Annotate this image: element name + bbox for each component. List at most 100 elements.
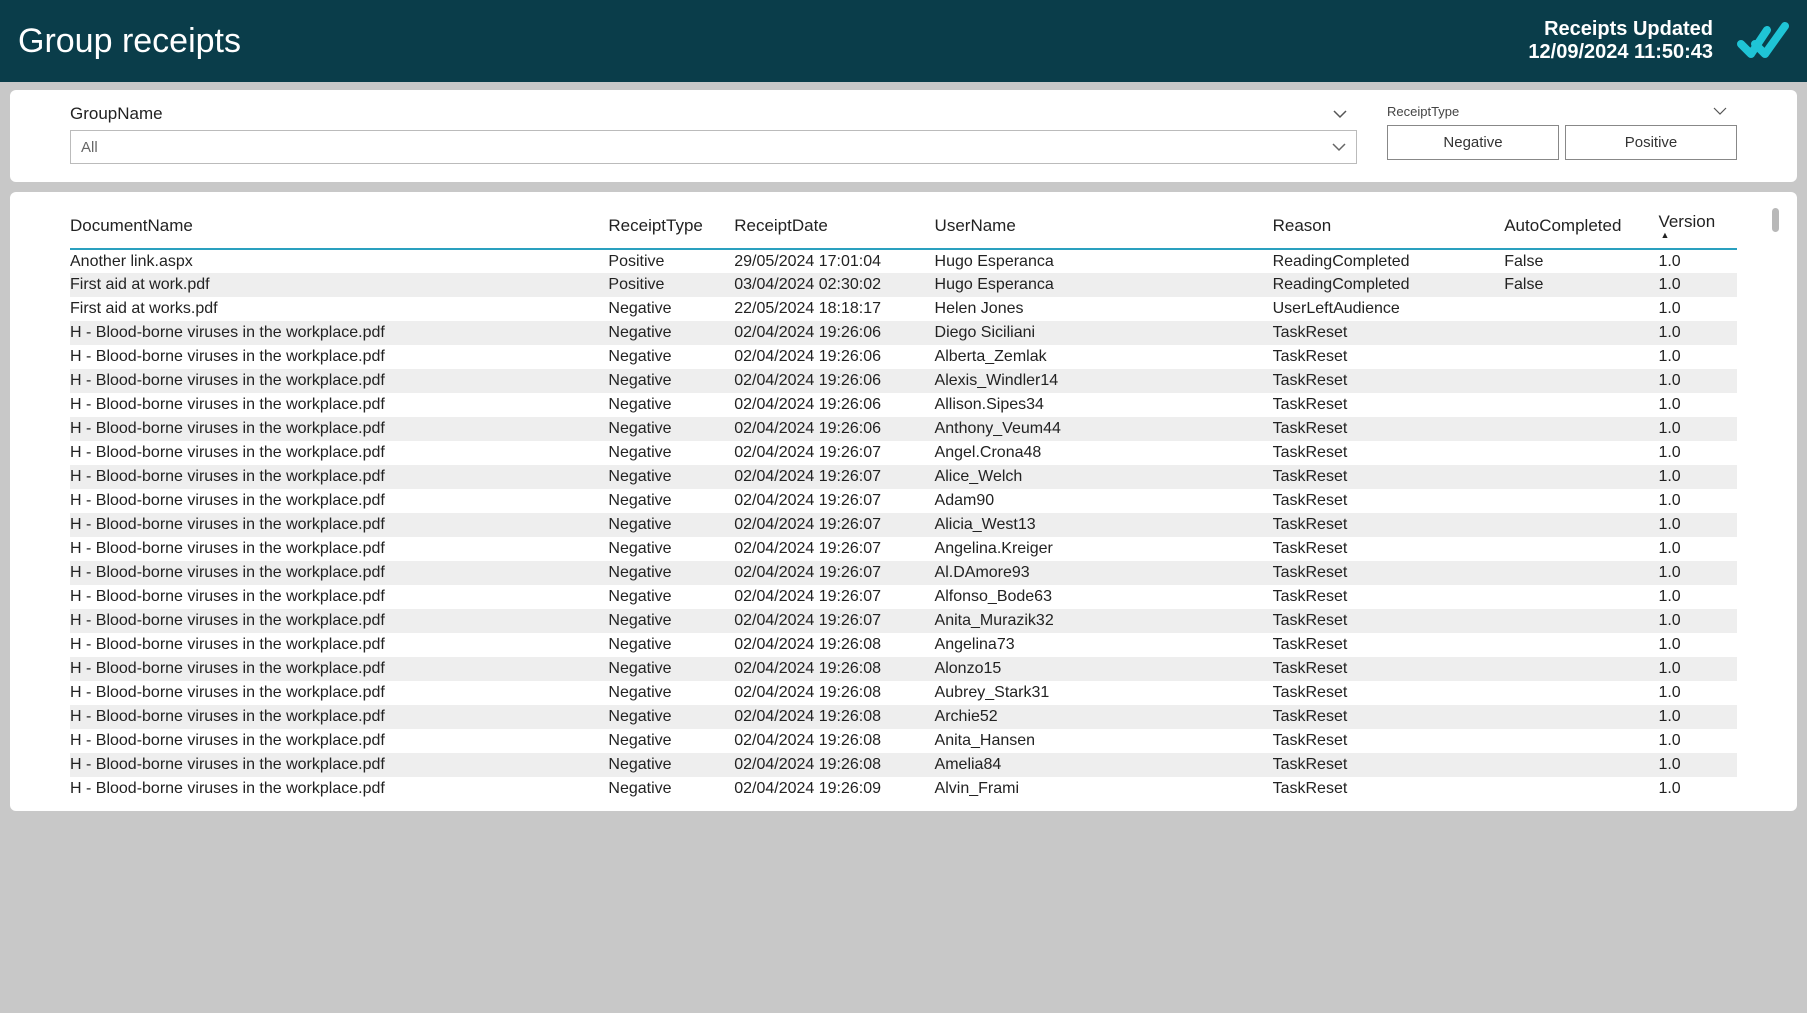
table-row[interactable]: H - Blood-borne viruses in the workplace… <box>70 681 1737 705</box>
cell-ver: 1.0 <box>1658 729 1737 753</box>
col-document[interactable]: DocumentName <box>70 202 608 249</box>
cell-date: 02/04/2024 19:26:07 <box>734 561 934 585</box>
col-type[interactable]: ReceiptType <box>608 202 734 249</box>
table-row[interactable]: H - Blood-borne viruses in the workplace… <box>70 417 1737 441</box>
cell-user: Alvin_Frami <box>935 777 1273 801</box>
cell-reason: TaskReset <box>1273 321 1505 345</box>
table-row[interactable]: H - Blood-borne viruses in the workplace… <box>70 753 1737 777</box>
cell-doc: First aid at work.pdf <box>70 273 608 297</box>
table-row[interactable]: H - Blood-borne viruses in the workplace… <box>70 705 1737 729</box>
col-version[interactable]: Version <box>1658 202 1737 249</box>
status-title: Receipts Updated <box>1528 18 1713 41</box>
cell-type: Negative <box>608 321 734 345</box>
cell-date: 02/04/2024 19:26:08 <box>734 729 934 753</box>
table-row[interactable]: H - Blood-borne viruses in the workplace… <box>70 393 1737 417</box>
cell-date: 02/04/2024 19:26:08 <box>734 633 934 657</box>
cell-ver: 1.0 <box>1658 249 1737 273</box>
cell-doc: H - Blood-borne viruses in the workplace… <box>70 393 608 417</box>
table-row[interactable]: H - Blood-borne viruses in the workplace… <box>70 585 1737 609</box>
cell-user: Anthony_Veum44 <box>935 417 1273 441</box>
cell-ver: 1.0 <box>1658 609 1737 633</box>
cell-type: Negative <box>608 609 734 633</box>
app-header: Group receipts Receipts Updated 12/09/20… <box>0 0 1807 82</box>
table-row[interactable]: H - Blood-borne viruses in the workplace… <box>70 633 1737 657</box>
cell-ver: 1.0 <box>1658 585 1737 609</box>
table-row[interactable]: Another link.aspxPositive29/05/2024 17:0… <box>70 249 1737 273</box>
filter-receipttype: ReceiptType Negative Positive <box>1387 104 1737 160</box>
page-body: GroupName All ReceiptType Negative <box>0 82 1807 821</box>
cell-date: 02/04/2024 19:26:07 <box>734 537 934 561</box>
col-auto[interactable]: AutoCompleted <box>1504 202 1658 249</box>
cell-user: Diego Siciliani <box>935 321 1273 345</box>
table-row[interactable]: H - Blood-borne viruses in the workplace… <box>70 345 1737 369</box>
cell-reason: TaskReset <box>1273 561 1505 585</box>
cell-date: 02/04/2024 19:26:06 <box>734 417 934 441</box>
table-row[interactable]: H - Blood-borne viruses in the workplace… <box>70 465 1737 489</box>
cell-type: Negative <box>608 393 734 417</box>
table-row[interactable]: H - Blood-borne viruses in the workplace… <box>70 489 1737 513</box>
col-reason[interactable]: Reason <box>1273 202 1505 249</box>
chevron-down-icon[interactable] <box>1713 104 1727 119</box>
status-time: 12/09/2024 11:50:43 <box>1528 41 1713 64</box>
cell-auto: False <box>1504 273 1658 297</box>
table-row[interactable]: H - Blood-borne viruses in the workplace… <box>70 609 1737 633</box>
cell-reason: TaskReset <box>1273 537 1505 561</box>
cell-reason: ReadingCompleted <box>1273 273 1505 297</box>
cell-ver: 1.0 <box>1658 273 1737 297</box>
cell-user: Angelina.Kreiger <box>935 537 1273 561</box>
table-row[interactable]: H - Blood-borne viruses in the workplace… <box>70 321 1737 345</box>
cell-user: Adam90 <box>935 489 1273 513</box>
table-row[interactable]: H - Blood-borne viruses in the workplace… <box>70 729 1737 753</box>
cell-ver: 1.0 <box>1658 657 1737 681</box>
cell-auto <box>1504 465 1658 489</box>
cell-date: 02/04/2024 19:26:07 <box>734 465 934 489</box>
cell-user: Hugo Esperanca <box>935 273 1273 297</box>
cell-type: Negative <box>608 417 734 441</box>
cell-doc: H - Blood-borne viruses in the workplace… <box>70 441 608 465</box>
chevron-down-icon <box>1332 139 1346 156</box>
table-row[interactable]: H - Blood-borne viruses in the workplace… <box>70 537 1737 561</box>
cell-doc: H - Blood-borne viruses in the workplace… <box>70 633 608 657</box>
table-row[interactable]: H - Blood-borne viruses in the workplace… <box>70 777 1737 801</box>
cell-doc: H - Blood-borne viruses in the workplace… <box>70 705 608 729</box>
cell-reason: TaskReset <box>1273 417 1505 441</box>
chevron-down-icon[interactable] <box>1333 104 1347 124</box>
cell-ver: 1.0 <box>1658 705 1737 729</box>
table-header-row: DocumentName ReceiptType ReceiptDate Use… <box>70 202 1737 249</box>
col-user[interactable]: UserName <box>935 202 1273 249</box>
table-row[interactable]: H - Blood-borne viruses in the workplace… <box>70 369 1737 393</box>
table-row[interactable]: First aid at works.pdfNegative22/05/2024… <box>70 297 1737 321</box>
cell-auto <box>1504 489 1658 513</box>
double-check-icon <box>1737 20 1789 62</box>
vertical-scrollbar[interactable] <box>1772 208 1779 232</box>
table-row[interactable]: H - Blood-borne viruses in the workplace… <box>70 657 1737 681</box>
cell-ver: 1.0 <box>1658 465 1737 489</box>
cell-reason: TaskReset <box>1273 633 1505 657</box>
cell-auto <box>1504 369 1658 393</box>
toggle-negative[interactable]: Negative <box>1387 125 1559 160</box>
cell-doc: H - Blood-borne viruses in the workplace… <box>70 657 608 681</box>
col-date[interactable]: ReceiptDate <box>734 202 934 249</box>
cell-ver: 1.0 <box>1658 777 1737 801</box>
toggle-positive[interactable]: Positive <box>1565 125 1737 160</box>
cell-ver: 1.0 <box>1658 753 1737 777</box>
cell-date: 29/05/2024 17:01:04 <box>734 249 934 273</box>
table-row[interactable]: H - Blood-borne viruses in the workplace… <box>70 561 1737 585</box>
cell-auto <box>1504 561 1658 585</box>
cell-doc: H - Blood-borne viruses in the workplace… <box>70 753 608 777</box>
table-row[interactable]: First aid at work.pdfPositive03/04/2024 … <box>70 273 1737 297</box>
table-row[interactable]: H - Blood-borne viruses in the workplace… <box>70 513 1737 537</box>
cell-auto <box>1504 681 1658 705</box>
cell-user: Anita_Murazik32 <box>935 609 1273 633</box>
cell-user: Alfonso_Bode63 <box>935 585 1273 609</box>
table-row[interactable]: H - Blood-borne viruses in the workplace… <box>70 441 1737 465</box>
group-dropdown[interactable]: All <box>70 130 1357 164</box>
cell-type: Negative <box>608 777 734 801</box>
cell-user: Allison.Sipes34 <box>935 393 1273 417</box>
cell-user: Alice_Welch <box>935 465 1273 489</box>
cell-date: 02/04/2024 19:26:06 <box>734 345 934 369</box>
cell-reason: UserLeftAudience <box>1273 297 1505 321</box>
cell-user: Hugo Esperanca <box>935 249 1273 273</box>
cell-auto <box>1504 297 1658 321</box>
cell-reason: TaskReset <box>1273 441 1505 465</box>
